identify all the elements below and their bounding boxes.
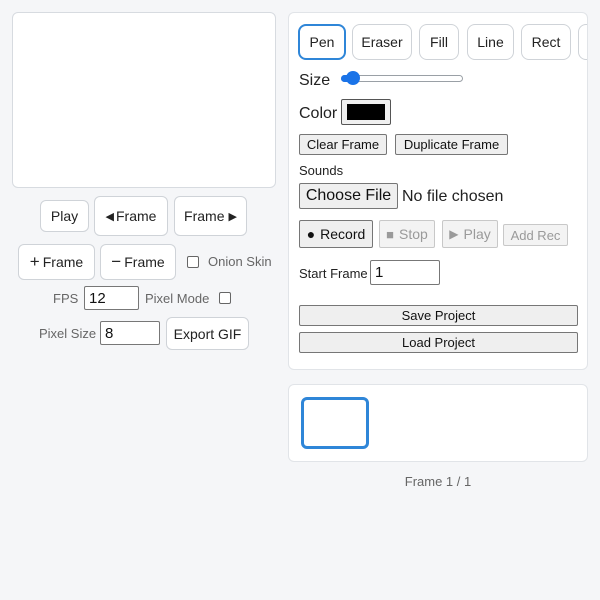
prev-frame-label: Frame	[116, 208, 157, 224]
tool-label: Fill	[430, 34, 448, 50]
animation-app: Play ◀ Frame Frame ▶ + Frame − Frame Oni…	[0, 0, 600, 600]
fps-label: FPS	[53, 291, 79, 306]
color-swatch	[347, 104, 385, 120]
tool-line-button[interactable]: Line	[467, 24, 514, 60]
export-gif-label: Export GIF	[173, 325, 242, 342]
plus-icon: +	[29, 252, 40, 271]
color-label: Color	[299, 105, 338, 122]
next-frame-label: Frame	[184, 208, 225, 224]
tool-pen-button[interactable]: Pen	[298, 24, 346, 60]
add-rec-label: Add Rec	[510, 227, 561, 243]
add-frame-label: Frame	[42, 254, 84, 270]
frame-counter: Frame 1 / 1	[404, 474, 472, 489]
tool-label: Line	[477, 34, 504, 50]
load-project-label: Load Project	[402, 335, 475, 350]
tool-eraser-button[interactable]: Eraser	[352, 24, 412, 60]
next-frame-button[interactable]: Frame ▶	[174, 196, 247, 236]
remove-frame-label: Frame	[124, 254, 165, 270]
stop-button[interactable]: ■ Stop	[379, 220, 435, 248]
tool-label: Pen	[309, 34, 335, 50]
start-frame-input[interactable]	[370, 260, 440, 285]
pixel-size-input[interactable]	[100, 321, 160, 345]
pixel-mode-checkbox[interactable]	[219, 292, 231, 304]
record-dot-icon: ●	[306, 226, 316, 242]
choose-file-label: Choose File	[305, 187, 392, 204]
tool-fill-button[interactable]: Fill	[419, 24, 459, 60]
minus-icon: −	[111, 252, 122, 271]
frame-thumbnail[interactable]	[301, 397, 369, 449]
record-label: Record	[320, 226, 366, 242]
record-button[interactable]: ● Record	[299, 220, 373, 248]
pixel-mode-label: Pixel Mode	[145, 291, 210, 306]
drawing-canvas[interactable]	[12, 12, 276, 188]
stop-label: Stop	[399, 226, 428, 242]
pixel-size-label: Pixel Size	[39, 326, 97, 341]
load-project-button[interactable]: Load Project	[299, 332, 578, 353]
onion-skin-label: Onion Skin	[208, 254, 272, 269]
prev-frame-button[interactable]: ◀ Frame	[94, 196, 168, 236]
color-picker[interactable]	[341, 99, 391, 125]
save-project-button[interactable]: Save Project	[299, 305, 578, 326]
clear-frame-button[interactable]: Clear Frame	[299, 134, 387, 155]
remove-frame-button[interactable]: − Frame	[100, 244, 176, 280]
play-button[interactable]: Play	[40, 200, 89, 232]
sounds-label: Sounds	[299, 163, 344, 178]
export-gif-button[interactable]: Export GIF	[166, 317, 249, 350]
clear-frame-label: Clear Frame	[306, 137, 380, 152]
start-frame-label: Start Frame	[299, 266, 368, 281]
size-label: Size	[299, 72, 331, 89]
prev-arrow-icon: ◀	[105, 210, 114, 223]
fps-input[interactable]	[84, 286, 139, 310]
file-status: No file chosen	[402, 188, 504, 205]
duplicate-frame-button[interactable]: Duplicate Frame	[395, 134, 508, 155]
tools-panel: Pen Eraser Fill Line Rect El Size Color …	[288, 12, 588, 370]
tool-label: Eraser	[361, 34, 403, 50]
play-recording-button[interactable]: ▶ Play	[442, 220, 498, 248]
size-slider-thumb[interactable]	[346, 71, 361, 85]
onion-skin-checkbox[interactable]	[187, 256, 199, 268]
tool-rect-button[interactable]: Rect	[521, 24, 571, 60]
next-arrow-icon: ▶	[228, 210, 237, 223]
play-button-label: Play	[50, 208, 79, 224]
stop-icon: ■	[386, 226, 395, 242]
tool-ellipse-button[interactable]: El	[578, 24, 587, 60]
play-icon: ▶	[449, 227, 459, 241]
play-recording-label: Play	[463, 226, 491, 242]
choose-file-button[interactable]: Choose File	[299, 183, 398, 209]
duplicate-frame-label: Duplicate Frame	[403, 137, 500, 152]
frame-timeline	[288, 384, 588, 462]
save-project-label: Save Project	[401, 308, 476, 323]
add-rec-button[interactable]: Add Rec	[503, 224, 568, 246]
tool-label: Rect	[531, 34, 561, 50]
add-frame-button[interactable]: + Frame	[18, 244, 95, 280]
